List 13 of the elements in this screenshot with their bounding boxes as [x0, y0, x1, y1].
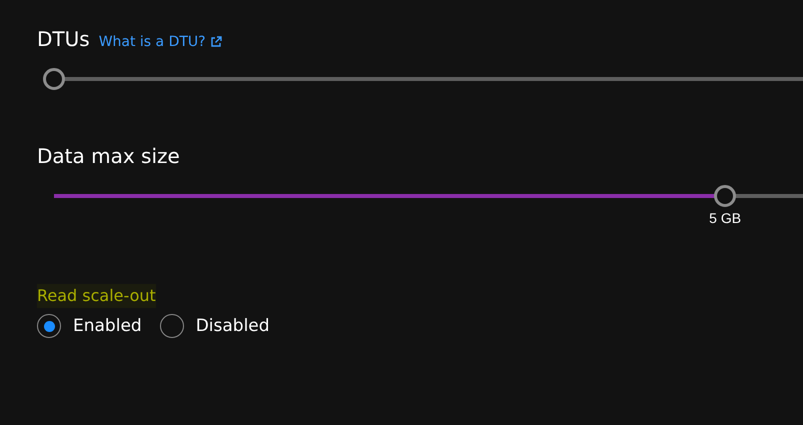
- slider-thumb[interactable]: [43, 68, 65, 90]
- field-label: Data max size: [37, 143, 180, 170]
- slider-thumb[interactable]: [714, 185, 736, 207]
- field-label: DTUs: [37, 26, 90, 53]
- slider[interactable]: [43, 67, 803, 91]
- radio-button[interactable]: [160, 314, 184, 338]
- external-link-icon: [210, 36, 222, 48]
- radio-button[interactable]: [37, 314, 61, 338]
- help-link[interactable]: What is a DTU?: [98, 34, 222, 50]
- radio-label: Disabled: [196, 316, 270, 336]
- radio-label: Enabled: [73, 316, 142, 336]
- slider-value: 5 GB: [709, 210, 742, 226]
- group-label: Read scale-out: [37, 284, 156, 308]
